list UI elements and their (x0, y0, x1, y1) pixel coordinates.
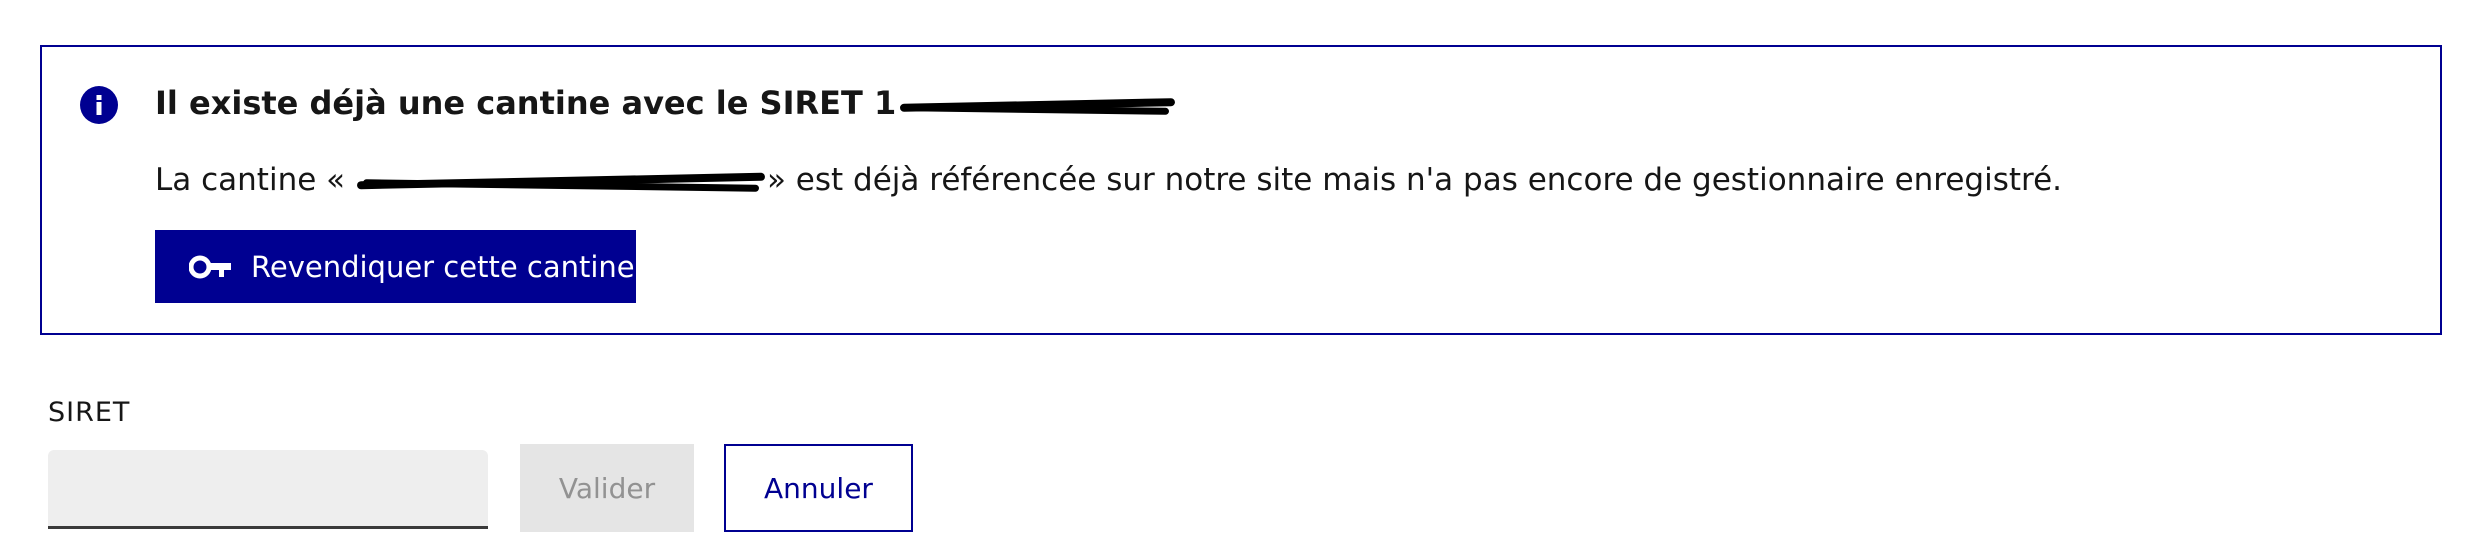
cancel-button[interactable]: Annuler (724, 444, 913, 532)
existing-canteen-alert: Il existe déjà une cantine avec le SIRET… (40, 45, 2442, 335)
page: Il existe déjà une cantine avec le SIRET… (0, 0, 2484, 556)
redacted-canteen-name (357, 170, 765, 194)
validate-button[interactable]: Valider (520, 444, 694, 532)
alert-description-suffix: » est déjà référencée sur notre site mai… (766, 162, 2063, 198)
claim-canteen-button[interactable]: Revendiquer cette cantine (155, 230, 636, 303)
redacted-siret (900, 94, 1175, 116)
alert-title: Il existe déjà une cantine avec le SIRET… (155, 77, 1175, 129)
alert-description-prefix: La cantine « (155, 162, 355, 198)
claim-canteen-button-label: Revendiquer cette cantine (251, 249, 635, 284)
key-icon (189, 255, 231, 278)
siret-label: SIRET (48, 397, 131, 428)
siret-input[interactable] (48, 450, 488, 529)
info-icon (80, 86, 118, 124)
alert-description: La cantine « » est déjà référencée sur n… (155, 154, 2062, 206)
alert-title-text: Il existe déjà une cantine avec le SIRET… (155, 84, 897, 122)
